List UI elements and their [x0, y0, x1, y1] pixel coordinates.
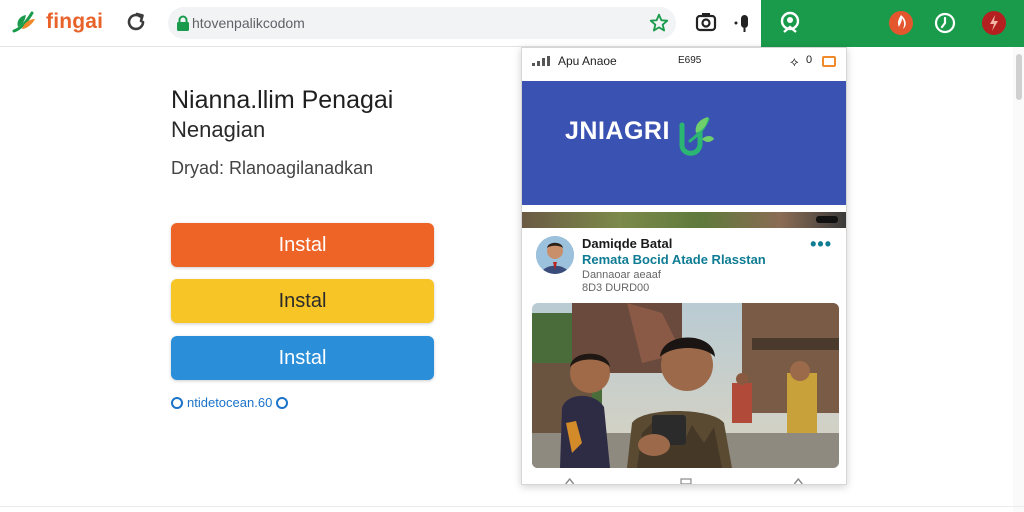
- install-button-yellow[interactable]: Instal: [171, 279, 434, 323]
- camera-icon[interactable]: [694, 10, 718, 34]
- phone-app-title: Apu Anaoe: [558, 54, 617, 68]
- person-avatar-icon: [536, 236, 574, 274]
- developer-text: Dryad: Rlanoagilanadkan: [171, 158, 374, 178]
- phone-time: E695: [678, 55, 702, 66]
- phone-preview: Apu Anaoe E695 ⟡ 0 JNIAGRI Damiqde Batal…: [521, 47, 847, 485]
- extension-bolt-icon[interactable]: [981, 10, 1007, 36]
- browser-toolbar: fingai htovenpalikcodom: [0, 0, 1024, 47]
- photo-strip: [522, 212, 846, 228]
- circle-icon: [171, 396, 183, 409]
- signal-icon: [532, 56, 550, 66]
- url-text[interactable]: htovenpalikcodom: [192, 15, 305, 31]
- post-author[interactable]: Damiqde Batal: [582, 236, 672, 251]
- app-logo-text: JNIAGRI: [565, 117, 670, 145]
- address-bar[interactable]: htovenpalikcodom: [168, 7, 676, 39]
- phone-status-bar: Apu Anaoe E695 ⟡ 0: [522, 48, 846, 76]
- phone-nav-bar: [565, 477, 803, 484]
- settings-icon: ⟡: [790, 54, 799, 69]
- profile-icon[interactable]: [777, 10, 803, 36]
- post-card: Damiqde Batal Remata Bocid Atade Rlassta…: [524, 228, 844, 484]
- avatar[interactable]: [536, 236, 574, 274]
- post-photo[interactable]: [532, 303, 839, 468]
- battery-icon: [822, 56, 836, 67]
- phone-status-number: 0: [806, 54, 813, 66]
- page-subheading: Nenagian: [171, 117, 266, 142]
- more-options-icon[interactable]: •••: [810, 234, 832, 255]
- brand-logo[interactable]: fingai: [10, 6, 103, 38]
- extensions-area: [761, 0, 1024, 47]
- lock-icon: [177, 15, 189, 31]
- install-button-orange[interactable]: Instal: [171, 223, 434, 267]
- reload-icon[interactable]: [124, 10, 148, 34]
- page-headline: Niannа.llim Penagai: [171, 86, 394, 114]
- scrollbar-track[interactable]: [1013, 47, 1024, 512]
- market-photo: [532, 303, 839, 468]
- circle-icon: [276, 396, 289, 409]
- post-subtitle[interactable]: Remata Bocid Atade Rlasstan: [582, 252, 766, 267]
- microphone-icon[interactable]: [732, 10, 754, 34]
- leaf-logo-icon: [12, 11, 35, 33]
- bookmark-star-icon[interactable]: [648, 12, 670, 34]
- divider: [0, 506, 1024, 507]
- clock-icon[interactable]: [932, 10, 958, 36]
- brand-name: fingai: [46, 10, 104, 33]
- app-banner: JNIAGRI: [522, 81, 846, 205]
- post-meta: 8D3 DURD00: [582, 282, 650, 294]
- scrollbar-thumb[interactable]: [1016, 54, 1022, 100]
- footer-link[interactable]: ntidetocean.60: [171, 395, 289, 410]
- footer-link-text[interactable]: ntidetocean.60: [187, 395, 272, 410]
- leaf-logo-icon: [679, 117, 714, 156]
- install-button-blue[interactable]: Instal: [171, 336, 434, 380]
- extension-fire-icon[interactable]: [888, 10, 914, 36]
- strip-toggle[interactable]: [816, 216, 838, 223]
- post-meta: Dannaoar aeaaf: [582, 269, 661, 281]
